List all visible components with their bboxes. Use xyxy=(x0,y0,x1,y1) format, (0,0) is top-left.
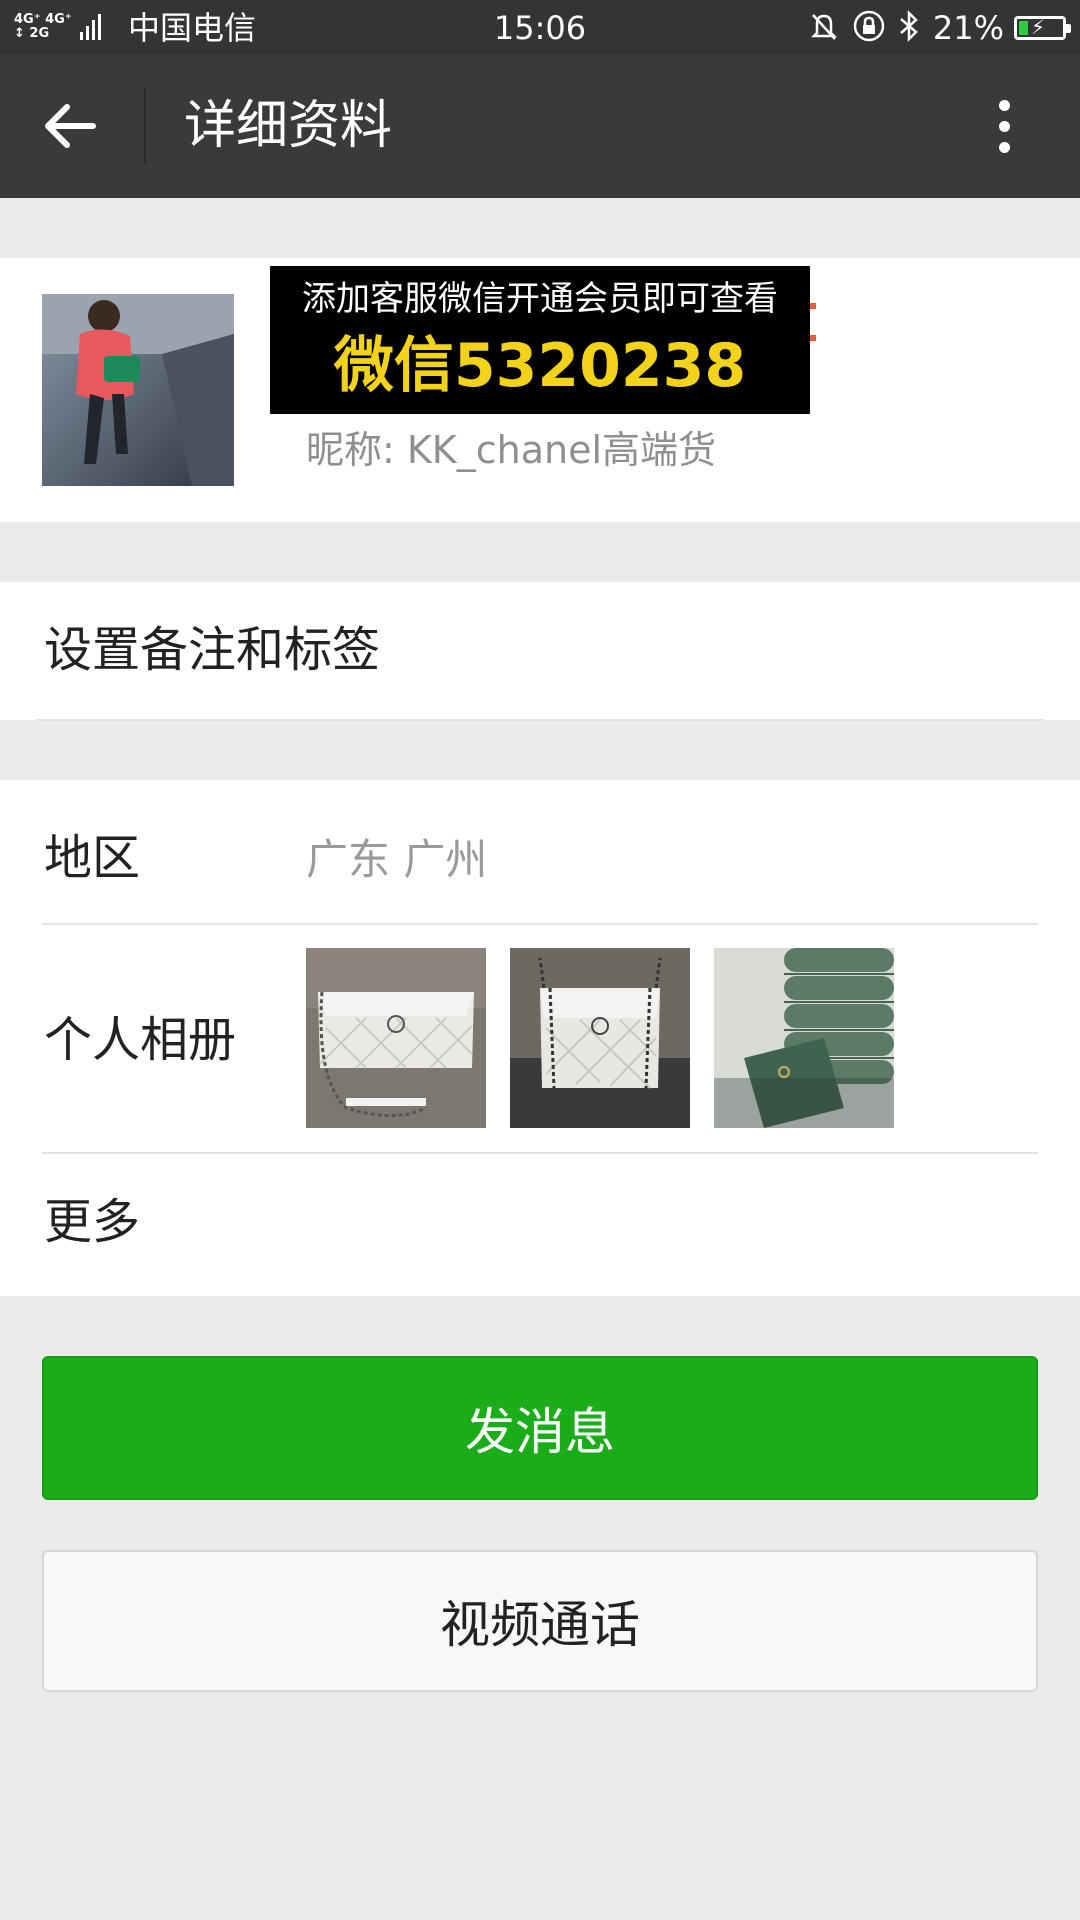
title-bar: 详细资料 xyxy=(0,54,1080,198)
promo-wechat-id: 微信5320238 xyxy=(333,331,747,401)
avatar[interactable] xyxy=(42,294,234,486)
more-label[interactable]: 更多 xyxy=(44,1192,140,1252)
video-call-label: 视频通话 xyxy=(440,1596,640,1654)
album-photo[interactable] xyxy=(714,948,894,1128)
remark-section: 设置备注和标签 xyxy=(0,582,1080,720)
promo-banner: 添加客服微信开通会员即可查看 微信5320238 xyxy=(270,266,810,414)
album-label[interactable]: 个人相册 xyxy=(44,1010,236,1070)
more-options-button[interactable] xyxy=(968,90,1040,162)
rotation-lock-icon xyxy=(851,8,887,48)
divider xyxy=(42,1152,1038,1154)
status-bar: 4G⁺ 4G⁺ ↕ 2G 中国电信 15:06 21% ⚡ xyxy=(0,0,1080,54)
video-call-button[interactable]: 视频通话 xyxy=(42,1550,1038,1692)
region-label: 地区 xyxy=(44,830,141,886)
back-button[interactable] xyxy=(30,90,110,162)
page-title: 详细资料 xyxy=(184,96,393,156)
battery-icon: ⚡ xyxy=(1014,15,1071,40)
title-divider xyxy=(144,88,146,164)
region-value: 广东 广州 xyxy=(306,835,488,884)
album-photo[interactable] xyxy=(306,948,486,1128)
more-dot-icon xyxy=(998,120,1010,132)
mute-bell-icon xyxy=(807,9,841,47)
nickname: 昵称: KK_chanel高端货 xyxy=(306,428,717,472)
more-dot-icon xyxy=(998,99,1010,111)
divider xyxy=(42,923,1038,925)
send-message-button[interactable]: 发消息 xyxy=(42,1356,1038,1500)
battery-percent: 21% xyxy=(932,9,1004,47)
divider xyxy=(36,719,1044,721)
album-photo[interactable] xyxy=(510,948,690,1128)
promo-text: 添加客服微信开通会员即可查看 xyxy=(302,279,778,319)
more-dot-icon xyxy=(998,141,1010,153)
send-message-label: 发消息 xyxy=(465,1403,615,1461)
remark-row-label[interactable]: 设置备注和标签 xyxy=(44,620,380,680)
bluetooth-icon xyxy=(897,9,921,47)
back-arrow-icon xyxy=(45,104,96,148)
